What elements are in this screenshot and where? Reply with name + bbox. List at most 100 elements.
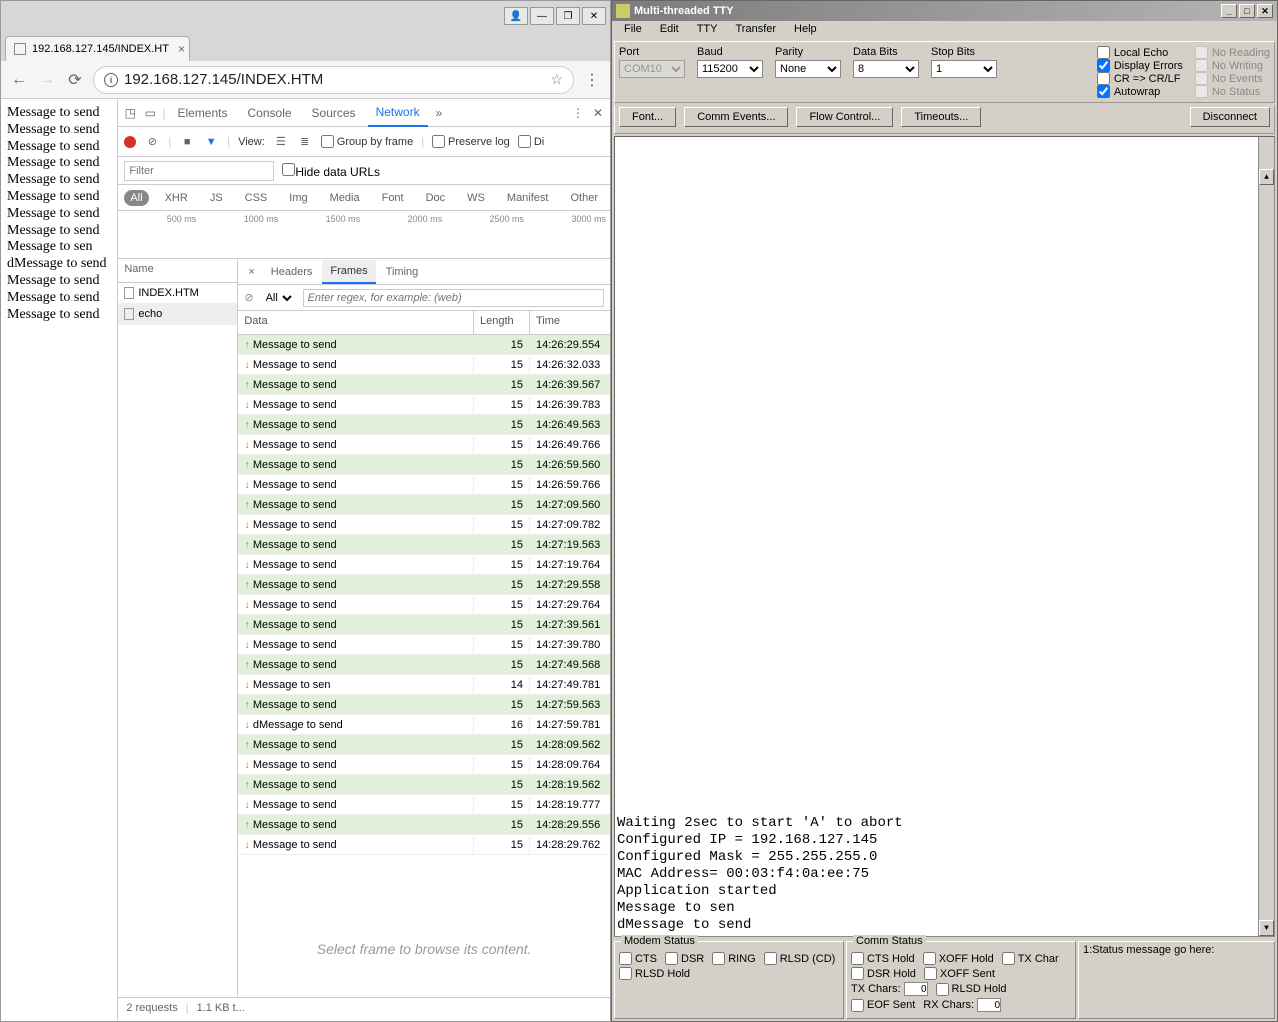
filter-css[interactable]: CSS (239, 190, 274, 206)
filter-img[interactable]: Img (283, 190, 313, 206)
filter-js[interactable]: JS (204, 190, 229, 206)
devtools-menu-icon[interactable]: ⋮ (570, 105, 586, 121)
back-button[interactable]: ← (9, 71, 29, 89)
filter-other[interactable]: Other (564, 190, 604, 206)
frame-row[interactable]: ↓Message to send1514:26:49.766 (238, 435, 610, 455)
parity-select[interactable]: None (775, 60, 841, 78)
scroll-down-icon[interactable]: ▼ (1259, 920, 1274, 936)
modem-cts[interactable]: CTS (619, 952, 657, 965)
menu-help[interactable]: Help (786, 21, 825, 39)
frame-row[interactable]: ↓Message to send1514:27:39.780 (238, 635, 610, 655)
comm-dsr-hold[interactable]: DSR Hold (851, 967, 916, 980)
baud-select[interactable]: 115200 (697, 60, 763, 78)
filter-input[interactable] (124, 161, 274, 181)
terminal-output[interactable]: Waiting 2sec to start 'A' to abortConfig… (614, 136, 1275, 937)
check-cr-cr-lf[interactable]: CR => CR/LF (1097, 72, 1183, 85)
filter-media[interactable]: Media (324, 190, 366, 206)
modem-rlsd-hold[interactable]: RLSD Hold (619, 967, 690, 980)
tab-frames[interactable]: Frames (322, 260, 375, 284)
maximize-button[interactable]: □ (1239, 4, 1255, 18)
frame-row[interactable]: ↑Message to send1514:27:49.568 (238, 655, 610, 675)
frame-row[interactable]: ↑Message to send1514:27:39.561 (238, 615, 610, 635)
button-font-[interactable]: Font... (619, 107, 676, 127)
filter-ws[interactable]: WS (461, 190, 491, 206)
frame-row[interactable]: ↑Message to send1514:28:09.562 (238, 735, 610, 755)
chrome-menu-button[interactable]: ⋮ (582, 70, 602, 90)
minimize-button[interactable]: _ (1221, 4, 1237, 18)
timeline-overview[interactable]: 500 ms1000 ms1500 ms2000 ms2500 ms3000 m… (118, 211, 610, 259)
frame-row[interactable]: ↓Message to send1514:27:29.764 (238, 595, 610, 615)
tab-console[interactable]: Console (240, 100, 300, 126)
comm-rlsd-hold[interactable]: RLSD Hold (936, 982, 1007, 996)
device-toolbar-icon[interactable]: ▭ (142, 105, 158, 121)
tab-elements[interactable]: Elements (169, 100, 235, 126)
tab-timing[interactable]: Timing (378, 261, 427, 283)
frame-row[interactable]: ↑Message to send1514:27:09.560 (238, 495, 610, 515)
frame-row[interactable]: ↑Message to send1514:27:19.563 (238, 535, 610, 555)
frames-body[interactable]: ↑Message to send1514:26:29.554↓Message t… (238, 335, 610, 901)
detail-close-icon[interactable]: × (242, 266, 260, 278)
camera-icon[interactable]: ■ (179, 134, 195, 150)
frame-row[interactable]: ↑Message to send1514:26:39.567 (238, 375, 610, 395)
tabs-overflow-icon[interactable]: » (432, 106, 447, 120)
frame-row[interactable]: ↓Message to send1514:27:19.764 (238, 555, 610, 575)
tab-sources[interactable]: Sources (304, 100, 364, 126)
frame-row[interactable]: ↑Message to send1514:28:19.562 (238, 775, 610, 795)
check-autowrap[interactable]: Autowrap (1097, 85, 1183, 98)
frame-row[interactable]: ↓Message to send1514:28:09.764 (238, 755, 610, 775)
frame-direction-select[interactable]: All (262, 291, 295, 305)
frame-row[interactable]: ↑Message to send1514:28:29.556 (238, 815, 610, 835)
frame-row[interactable]: ↑Message to send1514:26:59.560 (238, 455, 610, 475)
comm-cts-hold[interactable]: CTS Hold (851, 952, 915, 965)
frame-row[interactable]: ↓Message to sen1414:27:49.781 (238, 675, 610, 695)
clear-icon[interactable]: ⊘ (144, 134, 160, 150)
comm-tx-char[interactable]: TX Char (1002, 952, 1059, 965)
frame-row[interactable]: ↑Message to send1514:26:49.563 (238, 415, 610, 435)
preserve-log-checkbox[interactable]: Preserve log (432, 135, 510, 148)
menu-file[interactable]: File (616, 21, 650, 39)
group-by-frame-checkbox[interactable]: Group by frame (321, 135, 413, 148)
clear-frames-icon[interactable]: ⊘ (244, 291, 253, 304)
tab-network[interactable]: Network (368, 99, 428, 127)
check-local-echo[interactable]: Local Echo (1097, 46, 1183, 59)
forward-button[interactable]: → (37, 71, 57, 89)
minimize-button[interactable]: — (530, 7, 554, 25)
frame-row[interactable]: ↓Message to send1514:26:59.766 (238, 475, 610, 495)
frame-row[interactable]: ↓Message to send1514:28:19.777 (238, 795, 610, 815)
address-bar[interactable]: i 192.168.127.145/INDEX.HTM ☆ (93, 66, 574, 94)
button-timeouts-[interactable]: Timeouts... (901, 107, 981, 127)
menu-edit[interactable]: Edit (652, 21, 687, 39)
comm-eof-sent[interactable]: EOF Sent (851, 998, 915, 1012)
waterfall-view-icon[interactable]: ≣ (297, 134, 313, 150)
maximize-button[interactable]: ❐ (556, 7, 580, 25)
frame-row[interactable]: ↓dMessage to send1614:27:59.781 (238, 715, 610, 735)
filter-doc[interactable]: Doc (420, 190, 452, 206)
close-button[interactable]: ✕ (582, 7, 606, 25)
modem-dsr[interactable]: DSR (665, 952, 704, 965)
devtools-close-icon[interactable]: ✕ (590, 105, 606, 121)
filter-font[interactable]: Font (376, 190, 410, 206)
request-echo[interactable]: echo (118, 304, 237, 325)
bookmark-star-icon[interactable]: ☆ (550, 71, 563, 88)
modem-rlsd-cd-[interactable]: RLSD (CD) (764, 952, 836, 965)
browser-tab[interactable]: 192.168.127.145/INDEX.HT × (5, 36, 190, 61)
scroll-up-icon[interactable]: ▲ (1259, 169, 1274, 185)
frame-row[interactable]: ↑Message to send1514:26:29.554 (238, 335, 610, 355)
stopbits-select[interactable]: 1 (931, 60, 997, 78)
record-icon[interactable] (124, 136, 136, 148)
modem-ring[interactable]: RING (712, 952, 756, 965)
user-icon[interactable]: 👤 (504, 7, 528, 25)
button-flow-control-[interactable]: Flow Control... (796, 107, 893, 127)
inspect-icon[interactable]: ◳ (122, 105, 138, 121)
filter-manifest[interactable]: Manifest (501, 190, 555, 206)
tab-headers[interactable]: Headers (263, 261, 321, 283)
menu-tty[interactable]: TTY (689, 21, 726, 39)
list-view-icon[interactable]: ☰ (273, 134, 289, 150)
frame-row[interactable]: ↓Message to send1514:28:29.762 (238, 835, 610, 855)
frame-row[interactable]: ↓Message to send1514:26:32.033 (238, 355, 610, 375)
frame-row[interactable]: ↑Message to send1514:27:29.558 (238, 575, 610, 595)
comm-xoff-hold[interactable]: XOFF Hold (923, 952, 994, 965)
frame-row[interactable]: ↓Message to send1514:26:39.783 (238, 395, 610, 415)
terminal-scrollbar[interactable]: ▲ ▼ (1258, 137, 1274, 936)
menu-transfer[interactable]: Transfer (727, 21, 784, 39)
